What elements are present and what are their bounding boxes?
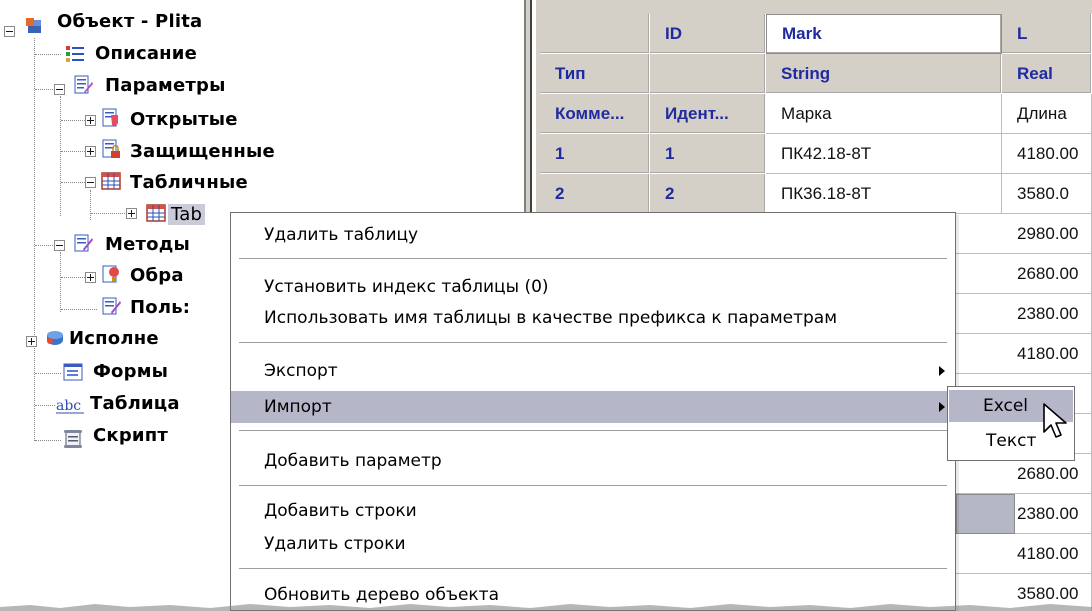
grid-corner-cell — [540, 14, 650, 54]
menu-separator — [239, 568, 947, 569]
menu-separator — [239, 258, 947, 259]
tree-item-forms[interactable]: Формы — [90, 356, 171, 386]
grid-cell-l[interactable]: 4180.00 — [1002, 134, 1092, 174]
menu-item-use-table-name-prefix[interactable]: Использовать имя таблицы в качестве преф… — [231, 302, 955, 334]
grid-cell-mark[interactable]: ПК36.18-8Т — [766, 174, 1002, 214]
execution-icon — [47, 331, 63, 345]
menu-separator — [239, 485, 947, 486]
grid-type-id — [650, 54, 766, 94]
grid-row-number[interactable]: 1 — [540, 134, 650, 174]
tree-item-protected[interactable]: Защищенные — [127, 136, 278, 166]
menu-item-set-table-index[interactable]: Установить индекс таблицы (0) — [231, 271, 955, 303]
expand-toggle-protected[interactable] — [85, 146, 96, 157]
tree-item-script[interactable]: Скрипт — [90, 420, 171, 450]
grid-cell-l[interactable]: 2380.00 — [956, 294, 1092, 334]
menu-separator — [239, 342, 947, 343]
parameters-doc-icon — [74, 75, 93, 94]
expand-toggle-execution[interactable] — [26, 336, 37, 347]
table-grid-icon — [101, 172, 121, 190]
collapse-toggle-methods[interactable] — [54, 240, 65, 251]
grid-row-number[interactable]: 2 — [540, 174, 650, 214]
tree-item-user-methods[interactable]: Поль: — [127, 292, 193, 322]
tree-item-table0[interactable]: Tab — [168, 199, 206, 229]
tree-item-handlers[interactable]: Обрa — [127, 260, 187, 290]
grid-desc-l[interactable]: Длина — [1002, 94, 1092, 134]
expand-toggle-handlers[interactable] — [85, 272, 96, 283]
grid-type-mark: String — [766, 54, 1002, 94]
grid-header-identifier: Идент... — [650, 94, 766, 134]
collapse-toggle-tabular[interactable] — [85, 177, 96, 188]
tree-root-label: Объект - Plita — [57, 10, 203, 32]
description-list-icon — [66, 46, 84, 62]
menu-item-delete-rows[interactable]: Удалить строки — [231, 528, 955, 560]
menu-item-import[interactable]: Импорт — [231, 391, 955, 423]
mouse-pointer-icon — [1043, 403, 1067, 438]
torn-edge-decoration — [0, 604, 1092, 611]
protected-lock-icon — [102, 139, 120, 158]
menu-item-export[interactable]: Экспорт — [231, 355, 955, 387]
grid-header-type: Тип — [540, 54, 650, 94]
grid-desc-mark[interactable]: Марка — [766, 94, 1002, 134]
tree-item-parameters[interactable]: Параметры — [102, 70, 229, 100]
abc-table-icon: abc — [56, 398, 84, 414]
methods-icon — [74, 234, 93, 252]
grid-header-mark[interactable]: Mark — [766, 14, 1002, 54]
tree-item-tabular[interactable]: Табличные — [127, 167, 251, 197]
expand-toggle-open[interactable] — [85, 115, 96, 126]
grid-row-id[interactable]: 1 — [650, 134, 766, 174]
context-menu: Удалить таблицу Установить индекс таблиц… — [230, 212, 956, 611]
tree-item-execution[interactable]: Исполне — [66, 323, 162, 353]
tree-item-table[interactable]: Таблица — [87, 388, 183, 418]
menu-item-delete-table[interactable]: Удалить таблицу — [231, 219, 955, 251]
grid-cell-l[interactable]: 4180.00 — [956, 334, 1092, 374]
menu-separator — [239, 430, 947, 431]
forms-icon — [63, 363, 83, 381]
tree-item-methods[interactable]: Методы — [102, 229, 193, 259]
grid-cell-l[interactable]: 2980.00 — [956, 214, 1092, 254]
menu-item-add-parameter[interactable]: Добавить параметр — [231, 445, 955, 477]
collapse-toggle-root[interactable] — [4, 26, 15, 37]
user-methods-icon — [102, 297, 121, 315]
svg-text:abc: abc — [56, 398, 81, 414]
tree-item-description[interactable]: Описание — [92, 38, 200, 68]
expand-toggle-table0[interactable] — [126, 208, 137, 219]
submenu-arrow-icon — [939, 366, 945, 376]
grid-header-id[interactable]: ID — [650, 14, 766, 54]
table-grid-icon — [146, 204, 166, 222]
grid-selected-cell[interactable] — [956, 494, 1015, 534]
handlers-icon — [102, 265, 119, 283]
grid-header-comment: Комме... — [540, 94, 650, 134]
collapse-toggle-parameters[interactable] — [54, 84, 65, 95]
tree-node-root[interactable]: Объект - Plita — [54, 6, 205, 36]
object-icon — [26, 18, 41, 33]
script-scroll-icon — [64, 430, 82, 448]
grid-header-l[interactable]: L — [1002, 14, 1092, 54]
menu-item-add-rows[interactable]: Добавить строки — [231, 495, 955, 527]
grid-cell-l[interactable]: 2680.00 — [956, 254, 1092, 294]
grid-type-l: Real — [1002, 54, 1092, 94]
grid-cell-l[interactable]: 3580.0 — [1002, 174, 1092, 214]
tree-item-open[interactable]: Открытые — [127, 104, 241, 134]
submenu-arrow-icon — [939, 402, 945, 412]
open-params-icon — [102, 108, 118, 127]
grid-cell-mark[interactable]: ПК42.18-8Т — [766, 134, 1002, 174]
grid-cell-l[interactable]: 4180.00 — [956, 534, 1092, 574]
grid-row-id[interactable]: 2 — [650, 174, 766, 214]
